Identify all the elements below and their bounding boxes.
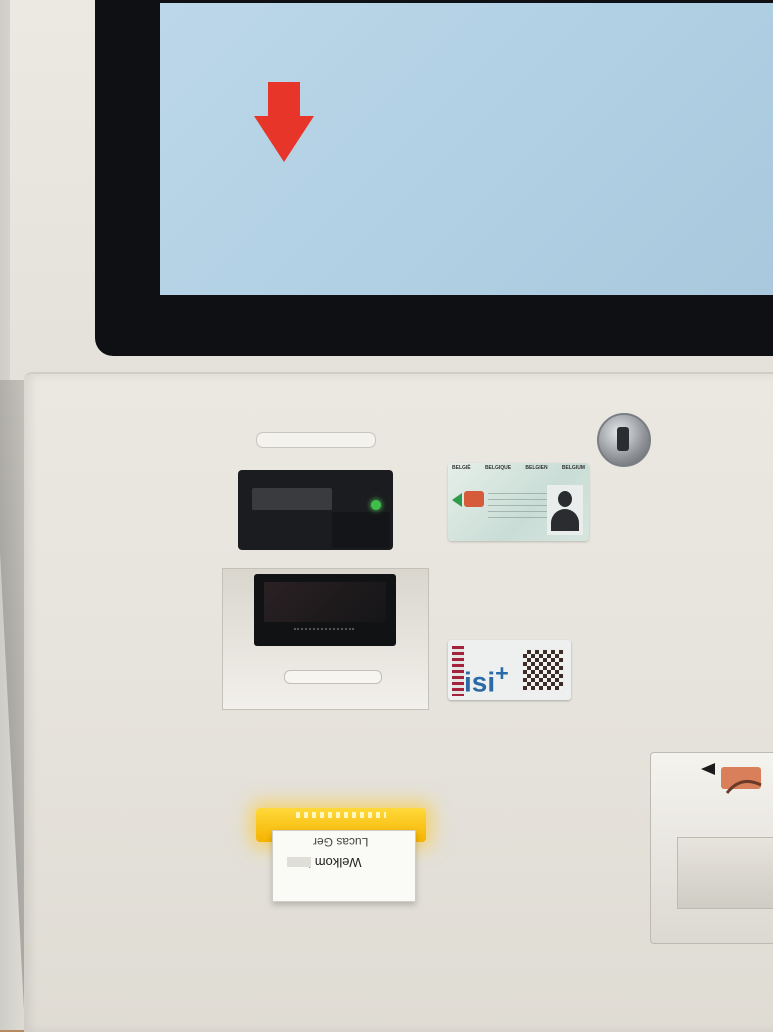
id-card-text-lines (488, 493, 548, 523)
keyhole (617, 427, 629, 451)
ticket-slot-lower (284, 670, 382, 684)
pin-display (254, 574, 396, 646)
id-card-header-3: BELGIEN (525, 465, 548, 471)
status-led (371, 500, 381, 510)
qr-code-icon (521, 648, 565, 692)
touch-screen[interactable] (160, 3, 773, 295)
display-buttons[interactable] (294, 628, 354, 636)
isi-card-sticker: isi+ (448, 640, 571, 700)
isi-stripe (452, 646, 464, 696)
card-slot-icon (252, 488, 332, 510)
id-photo (547, 485, 583, 535)
ticket-slot-upper (256, 432, 376, 448)
hand-card-icon (701, 763, 762, 794)
isi-brand: isi (464, 666, 496, 698)
id-card-sticker: BELGIË BELGIQUE BELGIEN BELGIUM (448, 463, 589, 541)
id-card-header-1: BELGIË (452, 465, 471, 471)
insert-direction-icon (452, 493, 462, 507)
card-reader[interactable] (238, 470, 393, 550)
ticket-line-2: Lucas Ger (313, 835, 369, 849)
lock-icon (597, 413, 651, 467)
id-card-header-4: BELGIUM (561, 465, 585, 471)
printed-ticket[interactable]: Lucas Ger Welkom in (272, 830, 416, 902)
isi-plus: + (495, 660, 509, 686)
dispenser-tray[interactable] (650, 752, 773, 944)
down-arrow-icon (254, 82, 314, 162)
person-head-icon (558, 491, 572, 507)
printer-led-dots (296, 812, 386, 818)
card-reader-body (332, 512, 390, 548)
isi-logo-text: isi+ (464, 660, 509, 698)
id-card-header-2: BELGIQUE (484, 465, 512, 471)
dispenser-mouth (677, 837, 773, 909)
ticket-redacted (287, 857, 311, 867)
person-shoulders-icon (551, 509, 579, 531)
id-card-header: BELGIË BELGIQUE BELGIEN BELGIUM (448, 463, 589, 471)
display-glass (264, 582, 386, 622)
chip-icon (464, 491, 484, 507)
